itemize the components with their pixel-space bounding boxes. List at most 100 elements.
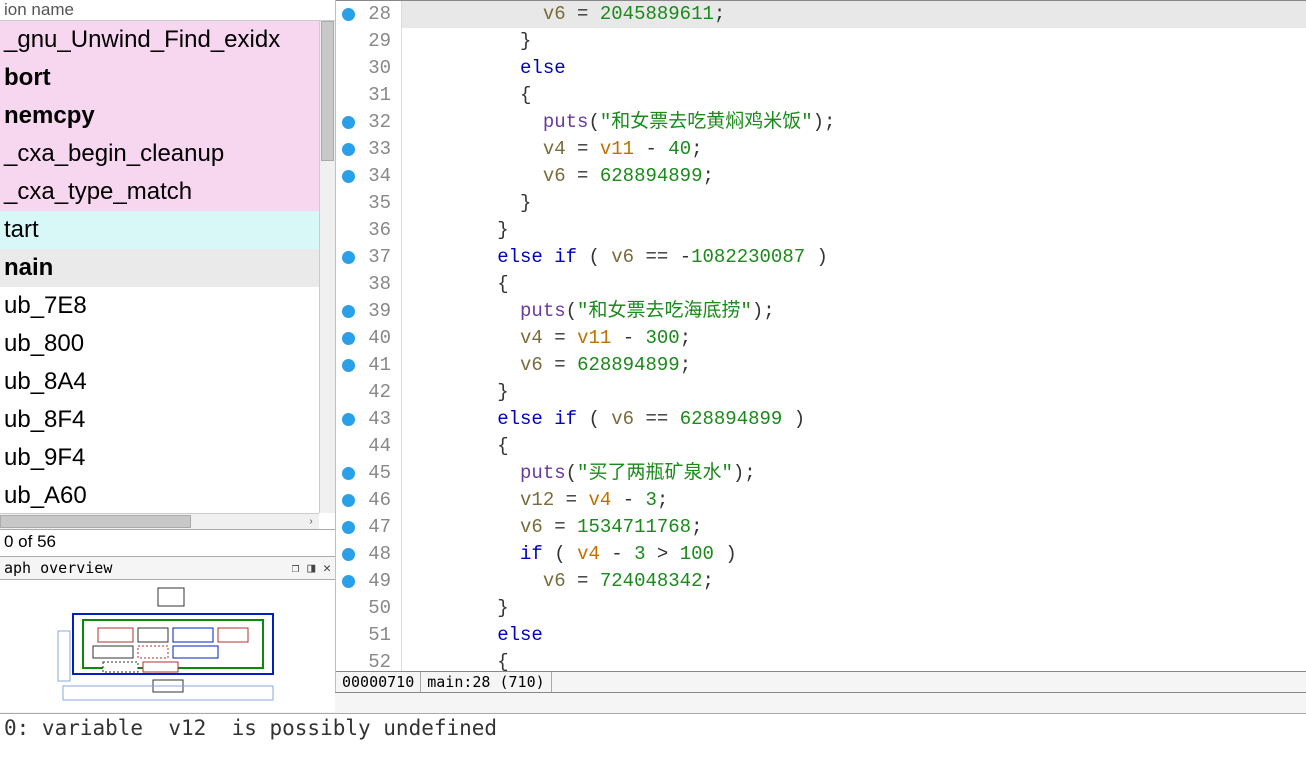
code-line[interactable]: else if ( v6 == 628894899 ) bbox=[402, 406, 1306, 433]
status-address: 00000710 bbox=[336, 672, 421, 692]
code-line[interactable]: v6 = 2045889611; bbox=[402, 1, 1306, 28]
code-line[interactable]: } bbox=[402, 190, 1306, 217]
breakpoint-dot-icon[interactable] bbox=[342, 8, 355, 21]
code-line[interactable]: v6 = 628894899; bbox=[402, 352, 1306, 379]
line-number: 45 bbox=[360, 460, 391, 487]
breakpoint-dot-icon[interactable] bbox=[342, 467, 355, 480]
code-line[interactable]: { bbox=[402, 649, 1306, 671]
function-list-item[interactable]: _cxa_begin_cleanup bbox=[0, 135, 320, 173]
code-line[interactable]: v12 = v4 - 3; bbox=[402, 487, 1306, 514]
breakpoint-slot[interactable] bbox=[336, 406, 360, 433]
breakpoint-dot-icon[interactable] bbox=[342, 305, 355, 318]
pseudocode-view[interactable]: 2829303132333435363738394041424344454647… bbox=[336, 1, 1306, 671]
line-number: 48 bbox=[360, 541, 391, 568]
breakpoint-slot[interactable] bbox=[336, 460, 360, 487]
breakpoint-slot[interactable] bbox=[336, 109, 360, 136]
code-line[interactable]: if ( v4 - 3 > 100 ) bbox=[402, 541, 1306, 568]
code-line[interactable]: v6 = 1534711768; bbox=[402, 514, 1306, 541]
code-status-bar: 00000710 main:28 (710) bbox=[336, 671, 1306, 692]
output-content[interactable]: 0: variable v12 is possibly undefined bbox=[0, 714, 1306, 742]
breakpoint-dot-icon[interactable] bbox=[342, 116, 355, 129]
breakpoint-slot[interactable] bbox=[336, 244, 360, 271]
breakpoint-slot[interactable] bbox=[336, 595, 360, 622]
function-list-item[interactable]: ub_A60 bbox=[0, 477, 320, 515]
function-list-item[interactable]: ub_800 bbox=[0, 325, 320, 363]
breakpoint-slot[interactable] bbox=[336, 541, 360, 568]
code-line[interactable]: { bbox=[402, 82, 1306, 109]
function-list-item[interactable]: tart bbox=[0, 211, 320, 249]
breakpoint-slot[interactable] bbox=[336, 136, 360, 163]
breakpoint-slot[interactable] bbox=[336, 514, 360, 541]
line-number: 33 bbox=[360, 136, 391, 163]
breakpoint-dot-icon[interactable] bbox=[342, 332, 355, 345]
breakpoint-gutter[interactable] bbox=[336, 1, 360, 671]
breakpoint-dot-icon[interactable] bbox=[342, 413, 355, 426]
breakpoint-slot[interactable] bbox=[336, 352, 360, 379]
breakpoint-dot-icon[interactable] bbox=[342, 521, 355, 534]
code-content[interactable]: v6 = 2045889611; } else { puts("和女票去吃黄焖鸡… bbox=[402, 1, 1306, 671]
function-list-item[interactable]: nain bbox=[0, 249, 320, 287]
breakpoint-dot-icon[interactable] bbox=[342, 548, 355, 561]
code-line[interactable]: else bbox=[402, 55, 1306, 82]
code-line[interactable]: v6 = 628894899; bbox=[402, 163, 1306, 190]
code-line[interactable]: } bbox=[402, 28, 1306, 55]
line-number: 36 bbox=[360, 217, 391, 244]
code-line[interactable]: } bbox=[402, 217, 1306, 244]
breakpoint-dot-icon[interactable] bbox=[342, 251, 355, 264]
breakpoint-slot[interactable] bbox=[336, 568, 360, 595]
breakpoint-slot[interactable] bbox=[336, 1, 360, 28]
functions-vscrollbar[interactable] bbox=[319, 21, 335, 513]
line-number: 49 bbox=[360, 568, 391, 595]
breakpoint-slot[interactable] bbox=[336, 379, 360, 406]
restore-icon[interactable]: ❐ bbox=[292, 561, 300, 576]
code-line[interactable]: else bbox=[402, 622, 1306, 649]
breakpoint-slot[interactable] bbox=[336, 649, 360, 671]
code-line[interactable]: puts("和女票去吃黄焖鸡米饭"); bbox=[402, 109, 1306, 136]
breakpoint-dot-icon[interactable] bbox=[342, 494, 355, 507]
breakpoint-slot[interactable] bbox=[336, 433, 360, 460]
popout-icon[interactable]: ◨ bbox=[307, 561, 315, 576]
graph-overview[interactable] bbox=[0, 580, 335, 712]
breakpoint-slot[interactable] bbox=[336, 217, 360, 244]
functions-hscrollbar[interactable]: › bbox=[0, 513, 319, 529]
scrollbar-thumb[interactable] bbox=[0, 515, 191, 528]
function-list-item[interactable]: ub_7E8 bbox=[0, 287, 320, 325]
code-line[interactable]: } bbox=[402, 595, 1306, 622]
breakpoint-slot[interactable] bbox=[336, 487, 360, 514]
breakpoint-dot-icon[interactable] bbox=[342, 359, 355, 372]
breakpoint-slot[interactable] bbox=[336, 163, 360, 190]
code-line[interactable]: v4 = v11 - 300; bbox=[402, 325, 1306, 352]
code-line[interactable]: v4 = v11 - 40; bbox=[402, 136, 1306, 163]
line-number: 44 bbox=[360, 433, 391, 460]
function-list-item[interactable]: ub_8F4 bbox=[0, 401, 320, 439]
function-list-item[interactable]: bort bbox=[0, 59, 320, 97]
function-list-item[interactable]: nemcpy bbox=[0, 97, 320, 135]
breakpoint-slot[interactable] bbox=[336, 298, 360, 325]
scroll-right-icon[interactable]: › bbox=[303, 515, 319, 528]
function-list[interactable]: _gnu_Unwind_Find_exidxbortnemcpy_cxa_beg… bbox=[0, 21, 320, 529]
function-list-item[interactable]: ub_9F4 bbox=[0, 439, 320, 477]
code-line[interactable]: v6 = 724048342; bbox=[402, 568, 1306, 595]
function-list-item[interactable]: _cxa_type_match bbox=[0, 173, 320, 211]
breakpoint-dot-icon[interactable] bbox=[342, 170, 355, 183]
breakpoint-slot[interactable] bbox=[336, 622, 360, 649]
breakpoint-slot[interactable] bbox=[336, 28, 360, 55]
breakpoint-slot[interactable] bbox=[336, 271, 360, 298]
line-number: 35 bbox=[360, 190, 391, 217]
code-line[interactable]: else if ( v6 == -1082230087 ) bbox=[402, 244, 1306, 271]
breakpoint-dot-icon[interactable] bbox=[342, 575, 355, 588]
code-line[interactable]: { bbox=[402, 433, 1306, 460]
function-list-item[interactable]: _gnu_Unwind_Find_exidx bbox=[0, 21, 320, 59]
close-icon[interactable]: ✕ bbox=[323, 561, 331, 576]
breakpoint-slot[interactable] bbox=[336, 325, 360, 352]
breakpoint-slot[interactable] bbox=[336, 82, 360, 109]
code-line[interactable]: { bbox=[402, 271, 1306, 298]
code-line[interactable]: puts("和女票去吃海底捞"); bbox=[402, 298, 1306, 325]
scrollbar-thumb[interactable] bbox=[321, 21, 334, 161]
code-line[interactable]: } bbox=[402, 379, 1306, 406]
breakpoint-slot[interactable] bbox=[336, 190, 360, 217]
function-list-item[interactable]: ub_8A4 bbox=[0, 363, 320, 401]
breakpoint-dot-icon[interactable] bbox=[342, 143, 355, 156]
code-line[interactable]: puts("买了两瓶矿泉水"); bbox=[402, 460, 1306, 487]
breakpoint-slot[interactable] bbox=[336, 55, 360, 82]
